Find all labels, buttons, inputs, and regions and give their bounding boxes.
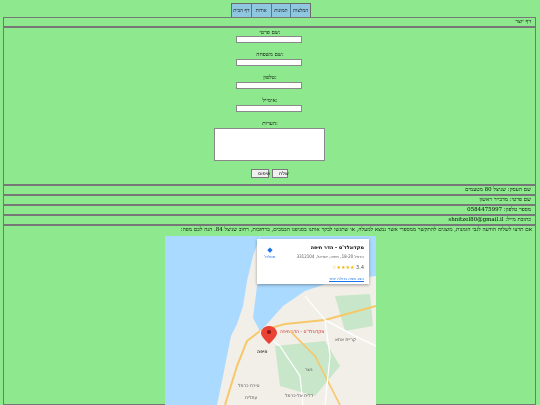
email-label: אימייל: <box>262 98 278 104</box>
directions-icon: ◆ <box>267 246 273 254</box>
nav-link-about[interactable]: אודות <box>251 4 272 17</box>
email-row: כתובת מייל: shnitzel80@gmail.il <box>3 215 536 225</box>
city-label: חיפה <box>257 350 268 355</box>
directions-button[interactable]: ◆ מסלול <box>262 246 278 259</box>
city-label: נשר <box>305 368 313 373</box>
top-nav: דף הבית אודות תמונות המלצות <box>231 3 311 18</box>
notes-label: הערות: <box>262 121 278 127</box>
send-button[interactable]: שלח <box>272 169 289 178</box>
business-name-row: שם העסק: שניצל 80 מטעמים <box>3 185 536 195</box>
nav-link-recommendations[interactable]: המלצות <box>291 4 310 17</box>
larger-map-link[interactable]: הצג מפה גדולה יותר <box>329 276 364 281</box>
city-label: דלית אל-כרמל <box>285 394 314 399</box>
reset-button[interactable]: איפוס <box>251 169 270 178</box>
phone-row: מספר טלפון: 0584475997 <box>3 205 536 215</box>
phone-label: טלפון: <box>263 75 277 81</box>
pin-label: מקדונלד'ס - הדר חיפה <box>280 330 325 335</box>
nav-link-pictures[interactable]: תמונות <box>271 4 292 17</box>
last-name-field[interactable] <box>236 59 302 66</box>
place-address: הרצל 18-20, חיפה, ישראל, 3312104 <box>296 254 364 259</box>
city-label: טירת כרמל <box>238 384 260 389</box>
first-name-field[interactable] <box>236 36 302 43</box>
notes-textarea[interactable] <box>214 128 325 161</box>
directions-text: אם תרצו לשלוח הודעה לגבי הזמנות, מוצגים … <box>180 227 532 233</box>
rating-stars-icon: ★★★★☆ <box>332 265 355 271</box>
sea-area <box>165 236 260 405</box>
place-rating: 3.4 ★★★★☆ <box>332 265 364 271</box>
place-name: מקדונלד'ס - הדר חיפה <box>310 245 364 251</box>
nav-link-home[interactable]: דף הבית <box>232 4 252 17</box>
email-field[interactable] <box>236 105 302 112</box>
city-label: עתלית <box>245 396 258 401</box>
header-row: דף יוצר <box>3 17 536 27</box>
owner-row: שם פרטי: מדבייר ראשון <box>3 195 536 205</box>
place-info-card: מקדונלד'ס - הדר חיפה הרצל 18-20, חיפה, י… <box>257 239 369 284</box>
embedded-map[interactable]: מקדונלד'ס - הדר חיפה חיפה טירת כרמל קריי… <box>165 236 376 405</box>
rating-value: 3.4 <box>356 265 364 271</box>
directions-label: מסלול <box>264 254 276 259</box>
phone-field[interactable] <box>236 82 302 89</box>
last-name-label: שם משפחה: <box>256 52 284 58</box>
city-label: קריית אתא <box>335 338 357 343</box>
